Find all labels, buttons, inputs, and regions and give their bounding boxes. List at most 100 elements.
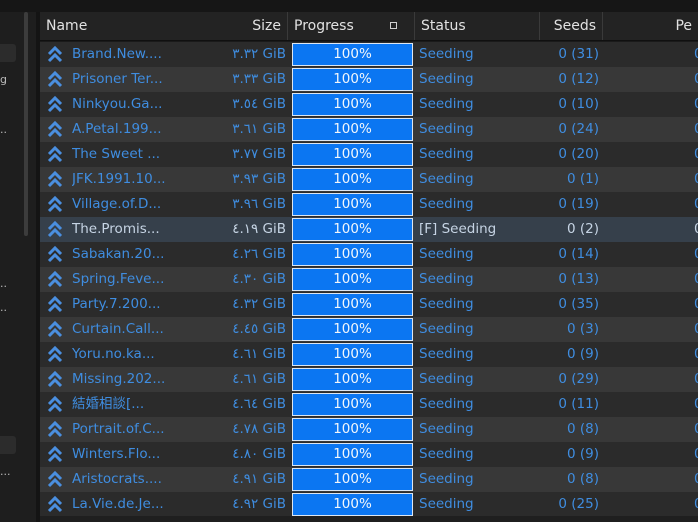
torrent-peers: 0	[680, 67, 698, 92]
table-row[interactable]: The.Promis... ٤.١٩ GiB 100% [F] Seeding 0 (2…	[40, 217, 698, 242]
upload-icon	[40, 217, 68, 242]
sidebar-item-label: g	[0, 73, 7, 86]
table-row[interactable]: Missing.202... ٤.٦١ GiB 100% Seeding 0 (29) 0	[40, 367, 698, 392]
torrent-peers: 0	[680, 467, 698, 492]
progress-bar: 100%	[292, 243, 413, 266]
torrent-name: 結婚相談[...	[72, 396, 145, 412]
upload-icon	[40, 317, 68, 342]
torrent-size: ٤.٧٨ GiB	[232, 421, 286, 437]
table-row[interactable]: La.Vie.de.Je... ٤.٩٢ GiB 100% Seeding 0 (25)…	[40, 492, 698, 517]
column-status[interactable]: Status	[415, 12, 540, 40]
torrent-peers: 0	[680, 342, 698, 367]
table-row[interactable]: Ninkyou.Ga... ٣.٥٤ GiB 100% Seeding 0 (10) 0	[40, 92, 698, 117]
torrent-status: Seeding	[419, 321, 474, 337]
torrent-name: Portrait.of.C...	[72, 421, 165, 437]
column-size[interactable]: Size	[192, 12, 288, 40]
upload-icon	[40, 92, 68, 117]
torrent-status: Seeding	[419, 396, 474, 412]
table-row[interactable]: 結婚相談[... ٤.٦٤ GiB 100% Seeding 0 (11) 0	[40, 392, 698, 417]
torrent-size: ٤.٢٦ GiB	[232, 246, 286, 262]
torrent-size: ٣.٣٢ GiB	[232, 46, 286, 62]
torrent-status: Seeding	[419, 496, 474, 512]
table-row[interactable]: JFK.1991.10... ٣.٩٣ GiB 100% Seeding 0 (1) 0	[40, 167, 698, 192]
torrent-seeds: 0 (24)	[558, 121, 599, 137]
sidebar-item-label: ...	[0, 465, 11, 478]
torrent-seeds: 0 (9)	[566, 346, 599, 362]
sidebar-scrollbar[interactable]	[24, 12, 28, 236]
torrent-size: ٤.٦٤ GiB	[232, 396, 286, 412]
torrent-size: ٣.٥٤ GiB	[232, 96, 286, 112]
sidebar-item[interactable]	[0, 436, 16, 454]
progress-bar: 100%	[292, 143, 413, 166]
torrent-status: Seeding	[419, 271, 474, 287]
torrent-status: Seeding	[419, 46, 474, 62]
torrent-name: Curtain.Call...	[72, 321, 164, 337]
upload-icon	[40, 117, 68, 142]
upload-icon	[40, 442, 68, 467]
table-row[interactable]: Portrait.of.C... ٤.٧٨ GiB 100% Seeding 0 (8)…	[40, 417, 698, 442]
torrent-status: Seeding	[419, 146, 474, 162]
sidebar-item-label: ..	[0, 123, 7, 136]
table-row[interactable]: Spring.Feve... ٤.٣٠ GiB 100% Seeding 0 (13) 0	[40, 267, 698, 292]
table-row[interactable]: Sabakan.20... ٤.٢٦ GiB 100% Seeding 0 (14) 0	[40, 242, 698, 267]
sidebar-item-label: ..	[0, 277, 7, 290]
torrent-peers: 0	[680, 317, 698, 342]
torrent-size: ٤.٣٢ GiB	[232, 296, 286, 312]
torrent-status: Seeding	[419, 71, 474, 87]
table-row[interactable]: Party.7.200... ٤.٣٢ GiB 100% Seeding 0 (35) 0	[40, 292, 698, 317]
sidebar-item[interactable]	[0, 44, 16, 62]
torrent-peers: 0	[680, 442, 698, 467]
torrent-size: ٣.٧٧ GiB	[232, 146, 286, 162]
torrent-name: Village.of.D...	[72, 196, 162, 212]
progress-bar: 100%	[292, 443, 413, 466]
sidebar[interactable]: g .. .. .. ...	[0, 12, 36, 522]
column-size-label: Size	[252, 18, 281, 34]
table-row[interactable]: Brand.New.... ٣.٣٢ GiB 100% Seeding 0 (31) 0	[40, 42, 698, 67]
table-row[interactable]: Aristocrats.... ٤.٩١ GiB 100% Seeding 0 (8) 0	[40, 467, 698, 492]
table-row[interactable]: Prisoner Ter... ٣.٣٣ GiB 100% Seeding 0 (12)…	[40, 67, 698, 92]
upload-icon	[40, 192, 68, 217]
table-row[interactable]: Village.of.D... ٣.٩٦ GiB 100% Seeding 0 (19)…	[40, 192, 698, 217]
torrent-seeds: 0 (8)	[566, 421, 599, 437]
table-row[interactable]: A.Petal.199... ٣.٦١ GiB 100% Seeding 0 (24) 0	[40, 117, 698, 142]
torrent-size: ٤.١٩ GiB	[232, 221, 286, 237]
table-row[interactable]: Winters.Flo... ٤.٨٠ GiB 100% Seeding 0 (9) 0	[40, 442, 698, 467]
torrent-seeds: 0 (25)	[558, 496, 599, 512]
torrent-size: ٣.٣٣ GiB	[232, 71, 286, 87]
top-strip	[0, 0, 698, 12]
torrent-seeds: 0 (9)	[566, 446, 599, 462]
column-progress-label: Progress	[294, 18, 354, 34]
table-row[interactable]: Yoru.no.ka... ٤.٦١ GiB 100% Seeding 0 (9) 0	[40, 342, 698, 367]
column-peers[interactable]: Pe	[603, 12, 698, 40]
table-row[interactable]: Curtain.Call... ٤.٤٥ GiB 100% Seeding 0 (3) 0	[40, 317, 698, 342]
torrent-status: Seeding	[419, 246, 474, 262]
torrent-name: A.Petal.199...	[72, 121, 162, 137]
upload-icon	[40, 417, 68, 442]
torrent-name: Yoru.no.ka...	[72, 346, 155, 362]
progress-bar: 100%	[292, 168, 413, 191]
torrent-seeds: 0 (35)	[558, 296, 599, 312]
torrent-size: ٣.٩٣ GiB	[232, 171, 286, 187]
torrent-list[interactable]: Brand.New....٣.٣٢ GiB100%Seeding0 (31)0 P…	[40, 42, 698, 522]
table-row[interactable]: The Sweet ... ٣.٧٧ GiB 100% Seeding 0 (20) 0	[40, 142, 698, 167]
torrent-size: ٣.٦١ GiB	[232, 121, 286, 137]
torrent-status: Seeding	[419, 471, 474, 487]
progress-bar: 100%	[292, 493, 413, 516]
upload-icon	[40, 492, 68, 517]
column-progress[interactable]: Progress	[288, 12, 415, 40]
column-seeds[interactable]: Seeds	[540, 12, 603, 40]
torrent-name: The Sweet ...	[72, 146, 161, 162]
torrent-status: Seeding	[419, 96, 474, 112]
progress-bar: 100%	[292, 293, 413, 316]
column-header: Name Size Progress Status Seeds Pe	[40, 12, 698, 41]
progress-bar: 100%	[292, 218, 413, 241]
torrent-peers: 0	[680, 167, 698, 192]
torrent-seeds: 0 (29)	[558, 371, 599, 387]
torrent-name: Prisoner Ter...	[72, 71, 163, 87]
upload-icon	[40, 167, 68, 192]
torrent-peers: 0	[680, 142, 698, 167]
torrent-status: Seeding	[419, 296, 474, 312]
torrent-status: [F] Seeding	[419, 221, 497, 237]
column-peers-label: Pe	[675, 18, 692, 34]
torrent-seeds: 0 (1)	[566, 171, 599, 187]
